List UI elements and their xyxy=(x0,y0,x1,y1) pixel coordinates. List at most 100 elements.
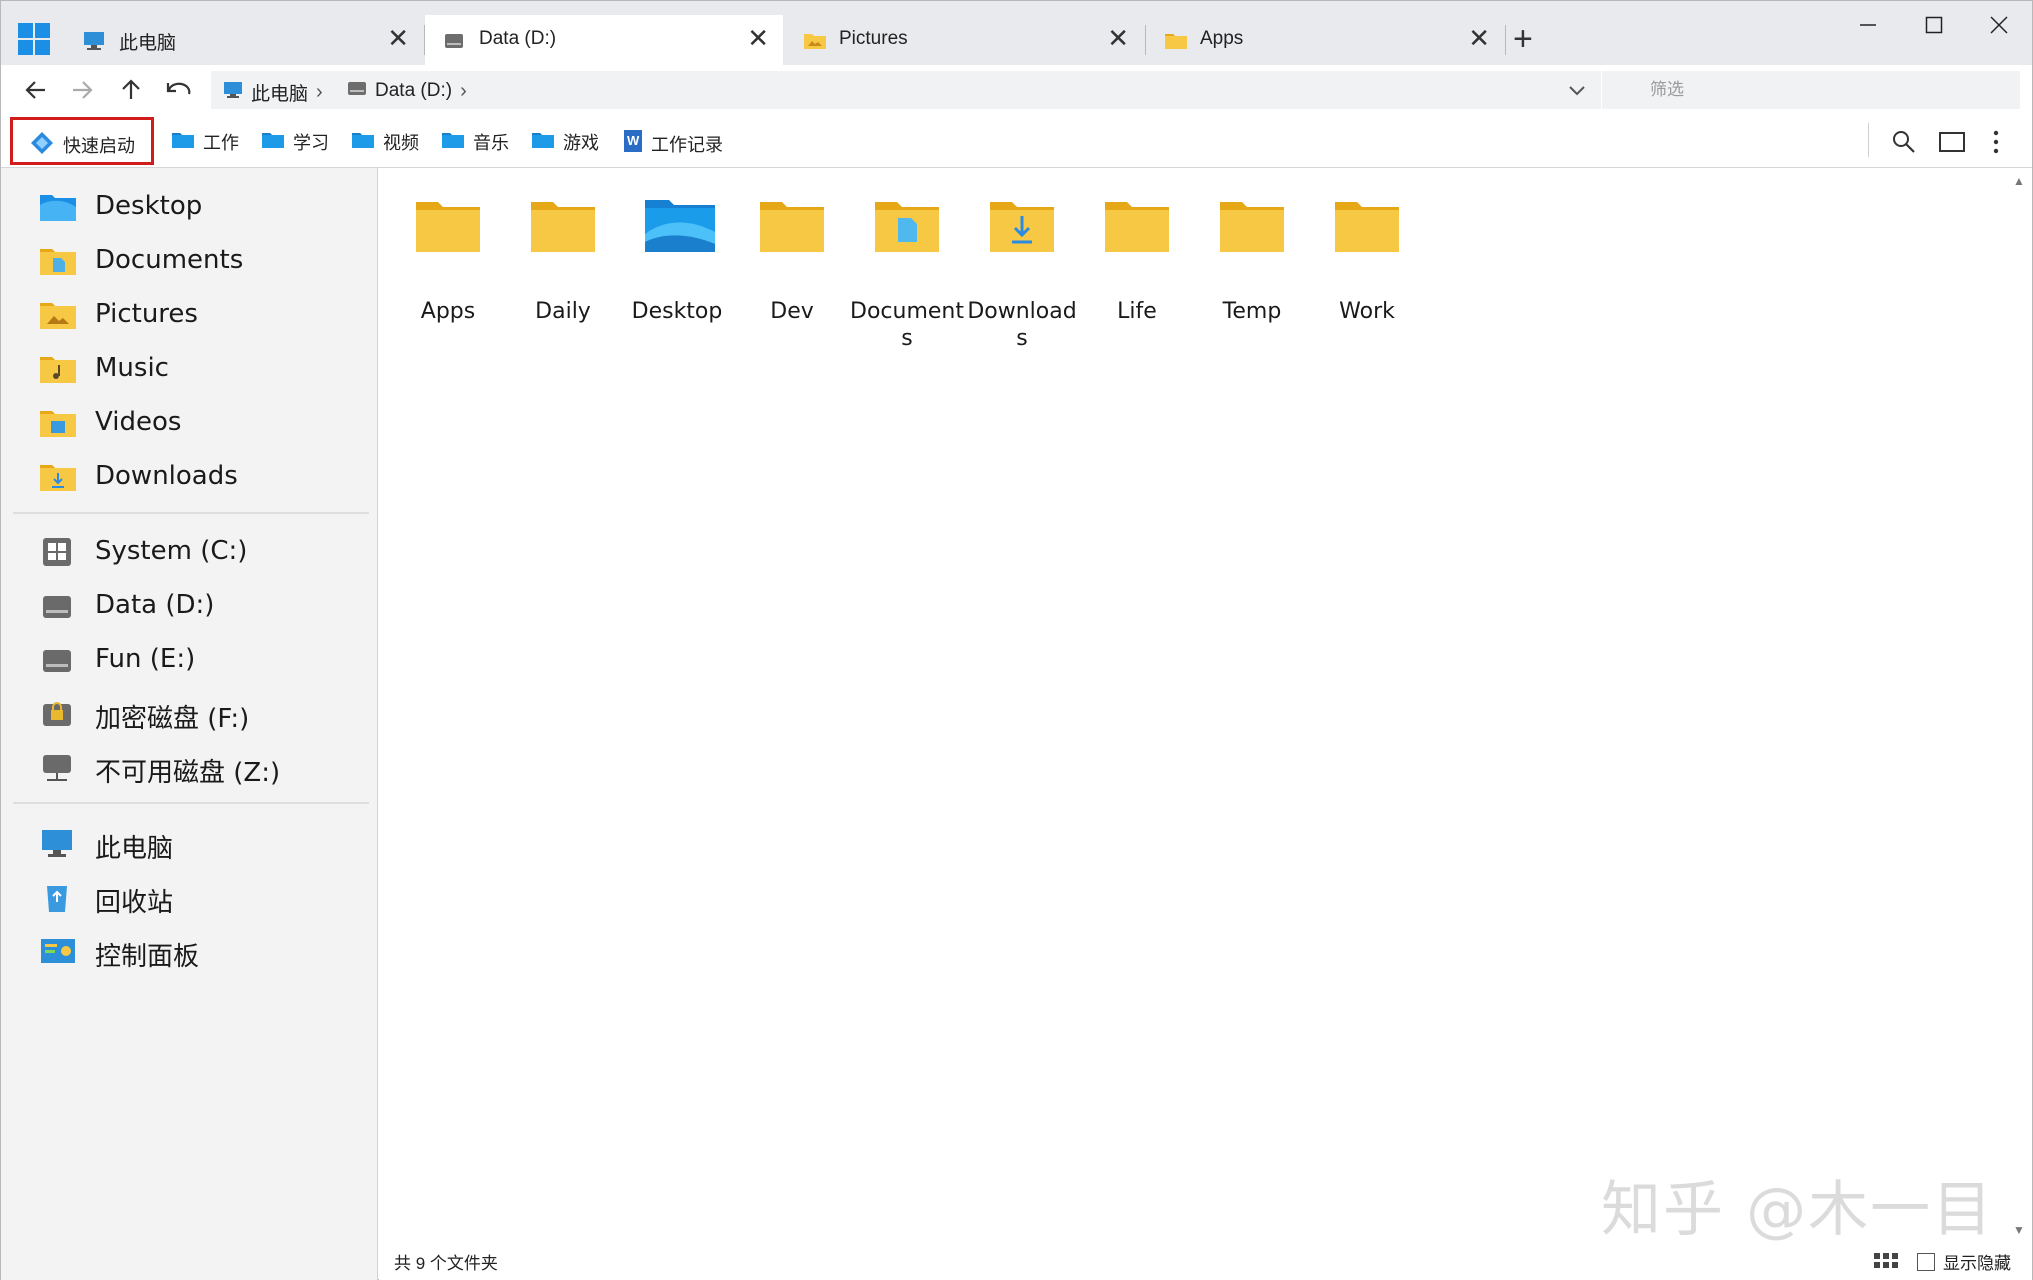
filter-input[interactable] xyxy=(1648,71,2032,109)
drive-icon xyxy=(347,79,367,103)
network-drive-icon xyxy=(39,752,75,784)
sidebar-item-downloads[interactable]: Downloads xyxy=(1,452,377,502)
grid-view-icon[interactable] xyxy=(1874,1253,1898,1269)
tab-title: Apps xyxy=(1200,28,1244,49)
sidebar-item-videos[interactable]: Videos xyxy=(1,398,377,448)
sidebar-item-label: Desktop xyxy=(95,191,203,221)
quick-launch-button[interactable]: 快速启动 xyxy=(10,117,154,165)
svg-text:W: W xyxy=(627,133,640,148)
computer-icon xyxy=(39,828,75,860)
tab-apps[interactable]: Apps ✕ xyxy=(1146,15,1504,65)
tab-title: 此电脑 xyxy=(119,33,177,54)
pictures-folder-icon xyxy=(39,299,76,331)
bookmark-item[interactable]: 视频 xyxy=(351,129,419,155)
file-list[interactable]: Apps Daily Desktop Dev Documents Downloa… xyxy=(379,168,2015,1243)
bookmark-item[interactable]: 音乐 xyxy=(441,129,509,155)
tab-divider xyxy=(1505,25,1506,55)
folder-item[interactable]: Daily xyxy=(506,198,620,348)
minimize-button[interactable] xyxy=(1846,9,1890,41)
tab-data-d[interactable]: Data (D:) ✕ xyxy=(425,15,783,65)
sidebar-item-label: Videos xyxy=(95,407,182,437)
close-tab-icon[interactable]: ✕ xyxy=(387,24,409,52)
folder-icon xyxy=(1219,198,1285,259)
chevron-right-icon: › xyxy=(316,81,323,103)
back-button[interactable] xyxy=(19,73,53,107)
folder-icon xyxy=(1334,198,1400,259)
system-drive-icon xyxy=(39,536,75,568)
close-tab-icon[interactable]: ✕ xyxy=(747,24,769,52)
folder-name: Dev xyxy=(770,299,814,324)
breadcrumb-label: Data (D:) xyxy=(375,80,453,101)
folder-name: Daily xyxy=(535,299,591,324)
sidebar-item-desktop[interactable]: Desktop xyxy=(1,182,377,232)
new-tab-button[interactable]: + xyxy=(1513,19,1533,59)
bookmark-item[interactable]: 游戏 xyxy=(531,129,599,155)
vertical-scrollbar[interactable]: ▲ ▼ xyxy=(2006,168,2032,1243)
bookmark-item[interactable]: W 工作记录 xyxy=(623,129,723,158)
close-window-button[interactable] xyxy=(1977,9,2021,41)
folder-item[interactable]: Temp xyxy=(1195,198,1309,348)
sidebar-item-control-panel[interactable]: 控制面板 xyxy=(1,927,377,977)
pictures-folder-icon xyxy=(803,31,827,56)
scroll-down-icon[interactable]: ▼ xyxy=(2013,1223,2025,1237)
folder-item[interactable]: Work xyxy=(1310,198,1424,348)
folder-item[interactable]: Apps xyxy=(391,198,505,348)
show-hidden-checkbox[interactable] xyxy=(1917,1252,1935,1271)
up-button[interactable] xyxy=(114,73,148,107)
chevron-right-icon: › xyxy=(460,79,467,102)
sidebar-item-data-d[interactable]: Data (D:) xyxy=(1,581,377,631)
drive-icon xyxy=(39,644,75,676)
sidebar-item-music[interactable]: Music xyxy=(1,344,377,394)
sidebar-item-label: Data (D:) xyxy=(95,590,215,620)
sidebar-item-encrypted-f[interactable]: 加密磁盘 (F:) xyxy=(1,689,377,739)
folder-item[interactable]: Documents xyxy=(850,198,964,351)
quick-launch-icon xyxy=(29,131,55,160)
navigation-pane: Desktop Documents Pictures Music Videos … xyxy=(1,168,378,1280)
more-options-icon[interactable] xyxy=(1986,127,2016,157)
breadcrumb-this-pc[interactable]: 此电脑 › xyxy=(223,79,323,106)
drive-icon xyxy=(443,31,465,56)
folder-icon xyxy=(441,130,465,155)
folder-item[interactable]: Life xyxy=(1080,198,1194,348)
folder-icon xyxy=(415,198,481,259)
videos-folder-icon xyxy=(39,407,76,439)
show-hidden-label: 显示隐藏 xyxy=(1943,1254,2011,1273)
sidebar-item-unavailable-z[interactable]: 不可用磁盘 (Z:) xyxy=(1,743,377,793)
folder-item[interactable]: Downloads xyxy=(965,198,1079,351)
chevron-down-icon[interactable] xyxy=(1567,73,1587,107)
view-pane-icon[interactable] xyxy=(1937,127,1967,157)
computer-icon xyxy=(83,31,105,56)
forward-button[interactable] xyxy=(65,73,99,107)
tab-this-pc[interactable]: 此电脑 ✕ xyxy=(65,15,423,65)
folder-item[interactable]: Desktop xyxy=(620,198,734,348)
bookmark-item[interactable]: 学习 xyxy=(261,129,329,155)
sidebar-item-this-pc[interactable]: 此电脑 xyxy=(1,819,377,869)
downloads-folder-icon xyxy=(989,198,1055,259)
sidebar-item-label: Pictures xyxy=(95,299,198,329)
sidebar-item-pictures[interactable]: Pictures xyxy=(1,290,377,340)
scroll-up-icon[interactable]: ▲ xyxy=(2013,174,2025,188)
breadcrumb-data-d[interactable]: Data (D:) › xyxy=(347,79,467,103)
maximize-button[interactable] xyxy=(1912,9,1956,41)
search-icon[interactable] xyxy=(1889,127,1919,157)
bookmark-bar: 快速启动 工作 学习 视频 音乐 游戏 W 工作记录 xyxy=(1,115,2032,168)
windows-logo-icon[interactable] xyxy=(18,23,50,55)
address-bar[interactable]: 此电脑 › Data (D:) › xyxy=(211,71,1601,109)
show-hidden-toggle[interactable]: 显示隐藏 xyxy=(1917,1249,2011,1274)
close-tab-icon[interactable]: ✕ xyxy=(1107,24,1129,52)
sidebar-item-recycle-bin[interactable]: 回收站 xyxy=(1,873,377,923)
close-tab-icon[interactable]: ✕ xyxy=(1468,24,1490,52)
sidebar-item-documents[interactable]: Documents xyxy=(1,236,377,286)
tab-pictures[interactable]: Pictures ✕ xyxy=(785,15,1143,65)
folder-item[interactable]: Dev xyxy=(735,198,849,348)
bookmark-label: 工作 xyxy=(203,133,239,153)
bookmark-item[interactable]: 工作 xyxy=(171,129,239,155)
sidebar-item-system-c[interactable]: System (C:) xyxy=(1,527,377,577)
sidebar-item-fun-e[interactable]: Fun (E:) xyxy=(1,635,377,685)
sidebar-item-label: 回收站 xyxy=(95,888,174,918)
folder-name: Life xyxy=(1117,299,1157,324)
undo-button[interactable] xyxy=(162,73,196,107)
filter-box[interactable] xyxy=(1602,71,2032,109)
documents-folder-icon xyxy=(874,198,940,259)
navigation-bar: 此电脑 › Data (D:) › xyxy=(1,65,2032,115)
